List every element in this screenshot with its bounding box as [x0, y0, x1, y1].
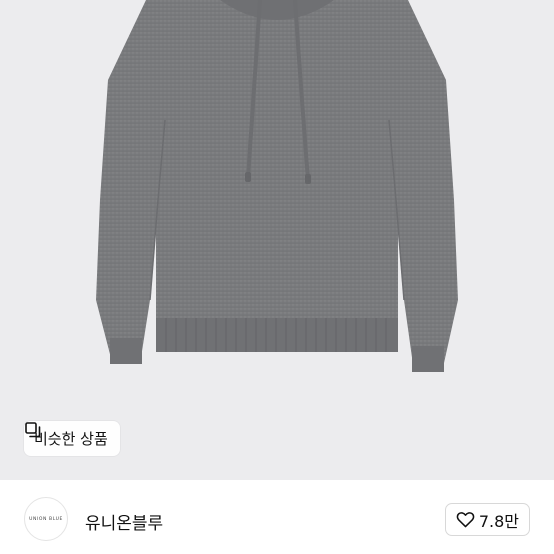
similar-items-icon	[25, 422, 41, 438]
product-image-area[interactable]: 비슷한 상품	[0, 0, 554, 480]
similar-items-label: 비슷한 상품	[34, 430, 108, 448]
similar-items-button[interactable]: 비슷한 상품	[24, 421, 120, 456]
brand-logo-text: UNION BLUE	[29, 516, 63, 522]
brand-bar: UNION BLUE 유니온블루 7.8만	[0, 480, 554, 554]
like-count: 7.8만	[478, 511, 519, 531]
brand-name[interactable]: 유니온블루	[85, 509, 163, 534]
brand-logo[interactable]: UNION BLUE	[24, 497, 68, 541]
heart-icon	[456, 512, 475, 528]
like-button[interactable]: 7.8만	[444, 503, 530, 536]
product-image	[96, 0, 458, 372]
